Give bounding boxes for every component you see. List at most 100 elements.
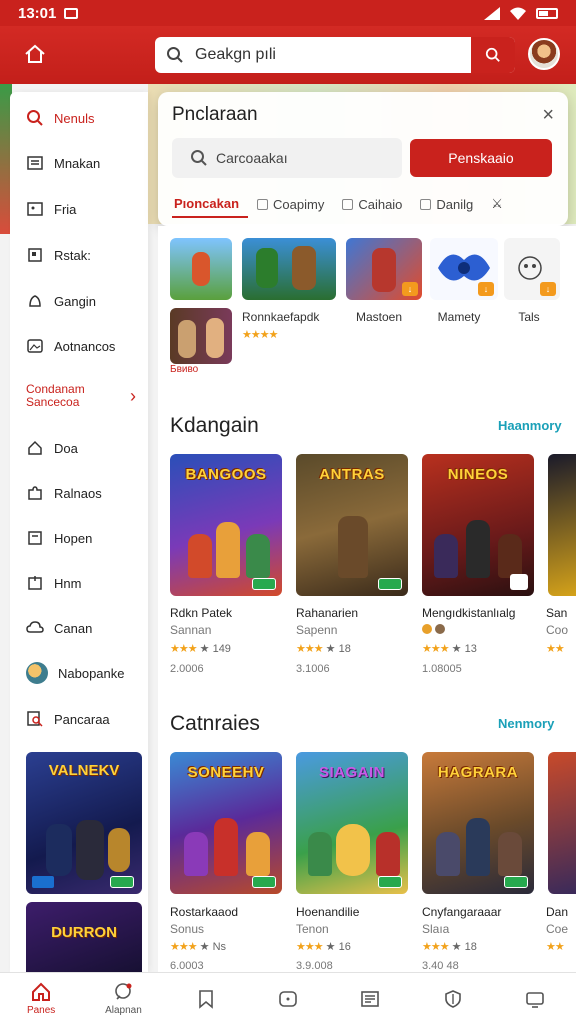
sidebar-item-nenuls[interactable]: Nenuls	[10, 98, 148, 138]
sidebar-item-mnakan[interactable]: Mnakan	[10, 143, 148, 183]
game-art-figure	[498, 832, 522, 876]
search-input[interactable]: Geakgn pıli	[195, 46, 471, 64]
tab-caihaio[interactable]: Caihaio	[333, 190, 411, 218]
game-card-image[interactable]: SIAGAIN	[296, 752, 408, 894]
panel-tabs: Pıoncakan Coapimy Caihaio Danilg ⚔	[172, 190, 562, 220]
game-icon-tile[interactable]	[170, 238, 232, 300]
game-card-image[interactable]: HAGRARA	[422, 752, 534, 894]
tab-more[interactable]: ⚔	[482, 190, 512, 218]
square-icon	[26, 246, 44, 264]
nav-item-tv[interactable]	[494, 973, 576, 1024]
game-art-figure	[372, 248, 396, 292]
sidebar-item-label: Gangin	[54, 293, 96, 309]
game-downloads: 3.9.008	[296, 960, 333, 972]
panel-search-button[interactable]: Penskaaio	[410, 139, 552, 177]
sidebar-item-ralnaos[interactable]: Ralnaos	[10, 473, 148, 513]
puzzle-icon	[26, 484, 44, 502]
shield-icon	[443, 989, 463, 1009]
game-icon-tile[interactable]: ↓	[346, 238, 422, 300]
sidebar-item-label: Nenuls	[54, 110, 95, 126]
search-bar[interactable]: Geakgn pıli	[155, 37, 515, 73]
top-app-bar: Geakgn pıli	[0, 26, 576, 84]
sidebar-item-label: Canan	[54, 620, 93, 636]
sidebar-item-fria[interactable]: Fria	[10, 189, 148, 229]
game-art-figure	[498, 534, 522, 578]
category-icon	[257, 198, 269, 210]
game-art-figure	[336, 824, 370, 876]
game-rating: ★★★ ★ 149	[170, 643, 231, 655]
game-art-figure	[256, 248, 278, 288]
search-button[interactable]	[471, 37, 515, 73]
profile-avatar[interactable]	[528, 38, 560, 70]
download-chip	[504, 876, 528, 888]
game-card-image[interactable]	[548, 752, 576, 894]
home-icon	[26, 439, 44, 457]
sidebar-game-card[interactable]: VALNEKV	[26, 752, 142, 894]
nav-item-bookmark[interactable]	[165, 973, 247, 1024]
search-icon	[26, 109, 44, 127]
tab-coapimy[interactable]: Coapimy	[248, 190, 333, 218]
sidebar-item-pancaraa[interactable]: Pancaraa	[10, 699, 148, 739]
tab-pioncakan[interactable]: Pıoncakan	[172, 190, 249, 218]
game-downloads: 3.1006	[296, 663, 330, 675]
section-more-link[interactable]: Haanmory	[498, 418, 562, 433]
game-card-image[interactable]	[548, 454, 576, 596]
game-icon-tile[interactable]: ↓	[430, 238, 498, 300]
game-rating: ★★★ ★ 13	[422, 643, 477, 655]
sidebar-category-toggle[interactable]: Condanam Sancecoa ›	[10, 376, 148, 416]
game-icon-tile[interactable]	[242, 238, 336, 300]
game-icon-tile[interactable]	[170, 308, 232, 364]
game-card-image[interactable]: BANGOOS	[170, 454, 282, 596]
game-developer: Sapenn	[296, 623, 338, 637]
game-name: Mengıdkistanlıalg	[422, 606, 516, 620]
sidebar-item-hopen[interactable]: Hopen	[10, 518, 148, 558]
platform-badge	[510, 574, 528, 590]
panel-title: Pnclaraan	[172, 104, 258, 125]
download-badge: ↓	[402, 282, 418, 296]
game-art-figure	[214, 818, 238, 876]
game-art-title: NINEOS	[447, 466, 509, 483]
sidebar-item-hnm[interactable]: Hnm	[10, 563, 148, 603]
sidebar-item-canan[interactable]: Canan	[10, 608, 148, 648]
sidebar-item-gangin[interactable]: Gangin	[10, 281, 148, 321]
nav-item-news[interactable]	[329, 973, 411, 1024]
game-developer: Coo	[546, 623, 569, 637]
nav-item-games[interactable]	[247, 973, 329, 1024]
game-art-figure	[434, 534, 458, 578]
photo-icon	[26, 200, 44, 218]
game-card-image[interactable]: ANTRAS	[296, 454, 408, 596]
game-art-figure	[338, 516, 368, 578]
game-rating: ★★	[546, 941, 565, 953]
game-art-title: BANGOOS	[185, 466, 267, 483]
panel-search-input[interactable]: Carcoaakaı	[172, 138, 402, 178]
game-downloads: 3.40 48	[422, 960, 459, 972]
home-button[interactable]	[18, 39, 52, 69]
chat-icon	[113, 982, 133, 1002]
close-icon[interactable]: ×	[542, 104, 554, 127]
sidebar-game-card[interactable]: DURRON	[26, 902, 142, 972]
game-art-figure	[192, 252, 210, 286]
game-art-figure	[466, 818, 490, 876]
game-icon-tile[interactable]: ↓	[504, 238, 560, 300]
nav-item-shield[interactable]	[411, 973, 493, 1024]
game-card-image[interactable]: NINEOS	[422, 454, 534, 596]
section-more-link[interactable]: Nenmory	[498, 716, 554, 731]
doc-icon	[26, 529, 44, 547]
tab-danilg[interactable]: Danilg	[411, 190, 482, 218]
sidebar: Nenuls Mnakan Fria Rstak: Gangin Aotnanc…	[10, 92, 148, 972]
gamepad-icon	[278, 989, 298, 1009]
sidebar-item-nabopanke[interactable]: Nabopanke	[10, 653, 148, 693]
game-label: Mamety	[437, 310, 481, 324]
sidebar-item-doa[interactable]: Doa	[10, 428, 148, 468]
sidebar-item-aotnancos[interactable]: Aotnancos	[10, 326, 148, 366]
nav-label: Panes	[26, 1004, 56, 1016]
game-rating: ★★★ ★ 18	[296, 643, 351, 655]
nav-item-home[interactable]: Panes	[0, 973, 82, 1024]
game-card-image[interactable]: SONEEHV	[170, 752, 282, 894]
game-downloads: 2.0006	[170, 663, 204, 675]
status-time: 13:01	[18, 4, 57, 22]
download-chip	[252, 876, 276, 888]
sidebar-item-label: Mnakan	[54, 155, 101, 171]
sidebar-item-rstak[interactable]: Rstak:	[10, 235, 148, 275]
nav-item-chat[interactable]: Alapnan	[82, 973, 164, 1024]
